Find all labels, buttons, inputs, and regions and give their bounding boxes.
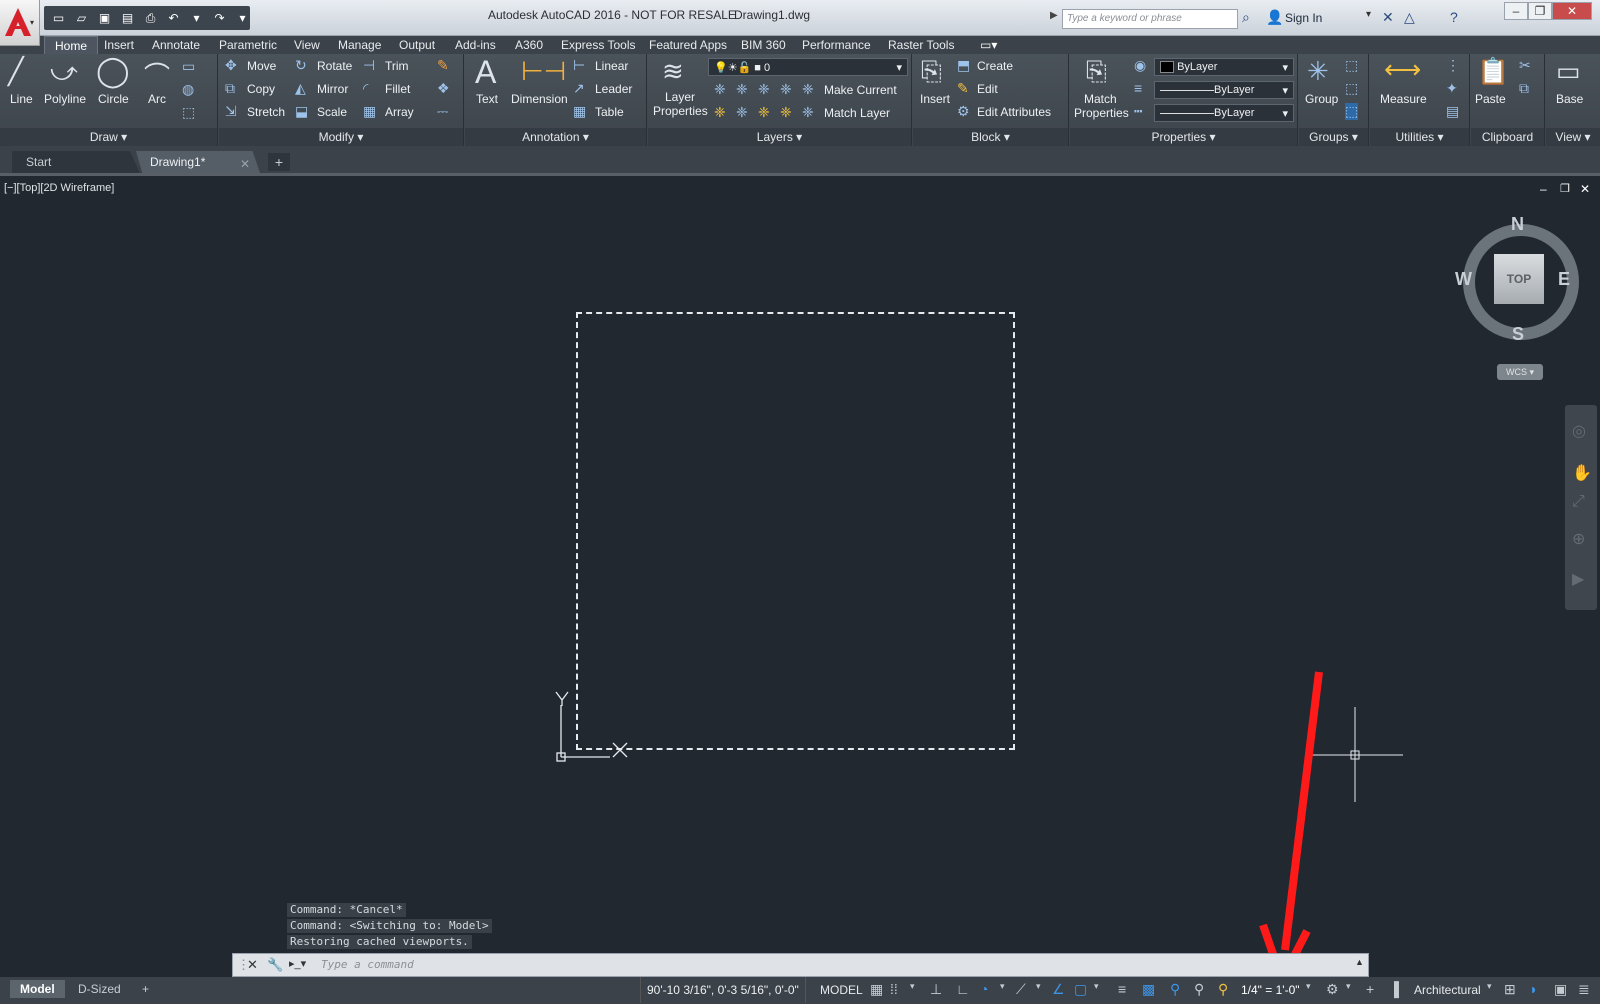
polar-dropdown-icon[interactable]: ▾	[1000, 981, 1005, 992]
command-close-icon[interactable]: ✕	[247, 957, 258, 973]
grid-icon[interactable]: ▦	[870, 981, 883, 998]
ortho-icon[interactable]: ∟	[956, 981, 970, 997]
app-menu-dropdown-icon: ▾	[30, 18, 35, 27]
command-history-line: Command: <Switching to: Model>	[287, 919, 492, 933]
autocad-logo-icon	[5, 8, 31, 36]
command-input[interactable]: Type a command	[321, 958, 414, 971]
workspace-gear-icon[interactable]: ⚙	[1326, 981, 1339, 998]
annotation-scale-dropdown[interactable]: 1/4" = 1'-0"	[1241, 983, 1300, 997]
graphics-performance-icon[interactable]: ▣	[1554, 981, 1567, 998]
viewport-overlay	[555, 671, 1403, 1004]
polar-tracking-icon[interactable]: ◔	[980, 981, 988, 997]
object-snap-icon[interactable]: ▢	[1074, 981, 1087, 998]
units-dropdown-icon[interactable]: ▾	[1487, 981, 1492, 992]
isolate-objects-icon[interactable]: ◑	[1528, 981, 1536, 997]
command-prompt-icon[interactable]: ▸_▾	[289, 957, 306, 970]
coordinates-display[interactable]: 90'-10 3/16", 0'-3 5/16", 0'-0"	[640, 977, 806, 1003]
workspace-dropdown-icon[interactable]: ▾	[1346, 981, 1351, 992]
infer-constraints-icon[interactable]: ⊥	[930, 981, 942, 998]
auto-scale-icon[interactable]: ⚲	[1194, 981, 1204, 998]
ucs-icon	[555, 691, 628, 762]
snap-icon[interactable]: ⁞⁞	[890, 981, 898, 997]
units-separator-icon: ▌	[1394, 981, 1404, 997]
quick-properties-icon[interactable]: ⊞	[1504, 981, 1516, 998]
command-history-line: Restoring cached viewports.	[287, 935, 472, 949]
annotation-monitor-icon[interactable]: +	[1366, 981, 1374, 997]
isometric-dropdown-icon[interactable]: ▾	[1036, 981, 1041, 992]
annotation-scale-icon[interactable]: ⚲	[1218, 981, 1228, 998]
application-menu-button[interactable]: ▾	[0, 0, 40, 46]
model-space-toggle[interactable]: MODEL	[820, 983, 863, 997]
selection-cycling-icon[interactable]: ▩	[1142, 981, 1155, 998]
crosshair-cursor	[1310, 707, 1403, 802]
snap-dropdown-icon[interactable]: ▾	[910, 981, 915, 992]
command-customize-icon[interactable]: 🔧	[267, 957, 283, 973]
new-layout-button[interactable]: +	[132, 980, 159, 998]
object-snap-tracking-icon[interactable]: ∠	[1052, 981, 1065, 998]
annotation-scale-dropdown-icon[interactable]: ▾	[1306, 981, 1311, 992]
customization-icon[interactable]: ≣	[1578, 981, 1590, 998]
layout-tab-model[interactable]: Model	[10, 980, 65, 998]
command-history-toggle-icon[interactable]: ▲	[1355, 957, 1364, 967]
isometric-icon[interactable]: ⟋	[1016, 981, 1026, 998]
annotation-visibility-icon[interactable]: ⚲	[1170, 981, 1180, 998]
command-history-line: Command: *Cancel*	[287, 903, 406, 917]
command-line: ⋮ ✕ 🔧 ▸_▾ Type a command ▲	[232, 953, 1369, 977]
object-snap-dropdown-icon[interactable]: ▾	[1094, 981, 1099, 992]
layout-tab-d-sized[interactable]: D-Sized	[68, 980, 131, 998]
units-dropdown[interactable]: Architectural	[1414, 983, 1481, 997]
lineweight-toggle-icon[interactable]: ≡	[1118, 981, 1126, 997]
